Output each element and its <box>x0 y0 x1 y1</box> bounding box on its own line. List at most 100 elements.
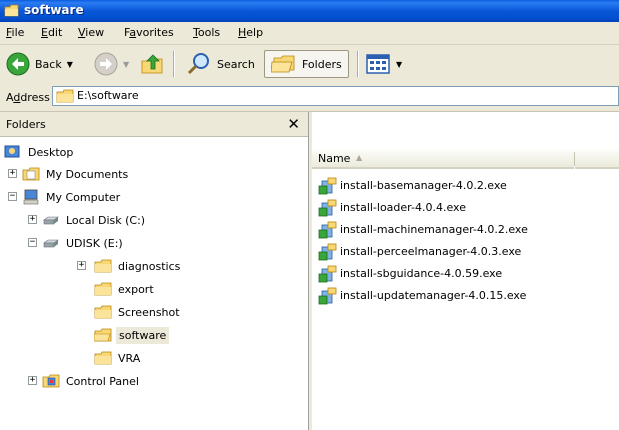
expand-icon[interactable]: + <box>8 169 17 178</box>
tree-item-label: VRA <box>118 351 141 365</box>
forward-dropdown-icon[interactable]: ▼ <box>123 60 129 69</box>
control-panel-icon <box>42 374 60 388</box>
window-title: software <box>24 3 84 17</box>
sort-ascending-icon: ▲ <box>356 153 363 162</box>
folder-icon <box>94 305 112 319</box>
forward-arrow-icon <box>94 52 118 76</box>
up-folder-icon <box>141 54 163 74</box>
folders-label: Folders <box>302 57 342 71</box>
column-header-name[interactable]: Name ▲ <box>312 149 574 169</box>
tree-item-desktop[interactable]: Desktop <box>4 142 75 162</box>
address-input[interactable]: E:\software <box>52 86 619 106</box>
address-value: E:\software <box>77 89 139 102</box>
tree-item-udisk-e[interactable]: UDISK (E:) <box>42 233 125 253</box>
file-name: install-updatemanager-4.0.15.exe <box>340 289 527 302</box>
menu-help[interactable]: Help <box>238 26 263 42</box>
tree-item-my-computer[interactable]: My Computer <box>22 187 122 207</box>
expand-icon[interactable]: + <box>77 261 86 270</box>
folder-icon <box>94 259 112 273</box>
tree-item-label: UDISK (E:) <box>66 236 123 250</box>
collapse-icon[interactable]: − <box>28 238 37 247</box>
tree-item-label: My Documents <box>46 167 129 181</box>
file-row[interactable]: install-loader-4.0.4.exe <box>318 198 466 217</box>
files-pane: Name ▲ install-basemanager-4.0.2.exe ins… <box>312 112 619 430</box>
column-header-empty[interactable] <box>575 149 619 169</box>
hard-drive-icon <box>43 216 59 225</box>
collapse-icon[interactable]: − <box>8 192 17 201</box>
installer-icon <box>318 177 337 194</box>
folders-pane-title: Folders <box>6 118 46 131</box>
file-name: install-perceelmanager-4.0.3.exe <box>340 245 522 258</box>
folder-icon <box>94 351 112 365</box>
tree-item-label: export <box>118 282 154 296</box>
up-folder-button[interactable] <box>140 50 166 78</box>
tree-item-my-documents[interactable]: My Documents <box>22 164 130 184</box>
back-label: Back <box>35 57 62 71</box>
toolbar-separator <box>173 51 175 77</box>
tree-item-label: Control Panel <box>66 374 139 388</box>
tree-item-label: My Computer <box>46 190 121 204</box>
installer-icon <box>318 221 337 238</box>
file-row[interactable]: install-basemanager-4.0.2.exe <box>318 176 507 195</box>
tree-item-export[interactable]: export <box>94 279 156 299</box>
menu-bar: File Edit View Favorites Tools Help <box>0 22 619 45</box>
file-name: install-basemanager-4.0.2.exe <box>340 179 507 192</box>
folders-button[interactable]: Folders <box>264 50 349 78</box>
menu-tools[interactable]: Tools <box>193 26 220 42</box>
file-name: install-loader-4.0.4.exe <box>340 201 466 214</box>
installer-icon <box>318 199 337 216</box>
file-row[interactable]: install-sbguidance-4.0.59.exe <box>318 264 502 283</box>
folders-pane: Folders ✕ Desktop + My Documents − My Co… <box>0 112 309 430</box>
menu-file[interactable]: File <box>6 26 24 42</box>
address-label: Address <box>6 91 50 104</box>
file-row[interactable]: install-perceelmanager-4.0.3.exe <box>318 242 521 261</box>
folders-icon <box>271 55 295 73</box>
address-bar: Address E:\software <box>0 83 619 112</box>
hard-drive-icon <box>43 239 59 248</box>
menu-favorites[interactable]: Favorites <box>124 26 174 42</box>
tree-item-software[interactable]: software <box>94 325 170 345</box>
installer-icon <box>318 265 337 282</box>
toolbar: Back ▼ ▼ Search Folders ▼ <box>0 44 619 84</box>
close-icon[interactable]: ✕ <box>287 114 300 134</box>
file-name: install-machinemanager-4.0.2.exe <box>340 223 528 236</box>
file-row[interactable]: install-updatemanager-4.0.15.exe <box>318 286 526 305</box>
toolbar-separator <box>357 51 359 77</box>
views-grid-icon <box>366 54 390 74</box>
tree-item-label: Local Disk (C:) <box>66 213 146 227</box>
folders-pane-header: Folders ✕ <box>0 112 308 137</box>
installer-icon <box>318 243 337 260</box>
views-button[interactable]: ▼ <box>365 50 402 78</box>
folder-icon <box>4 4 19 17</box>
folder-icon <box>56 89 74 103</box>
title-bar[interactable]: software <box>0 0 619 22</box>
back-arrow-icon <box>6 52 30 76</box>
my-documents-icon <box>22 167 40 181</box>
tree-item-label: software <box>116 326 170 344</box>
expand-icon[interactable]: + <box>28 376 37 385</box>
search-icon <box>187 53 209 75</box>
tree-item-label: Screenshot <box>118 305 180 319</box>
menu-edit[interactable]: Edit <box>41 26 62 42</box>
menu-view[interactable]: View <box>78 26 104 42</box>
tree-item-label: diagnostics <box>118 259 181 273</box>
tree-item-vra[interactable]: VRA <box>94 348 142 368</box>
search-button[interactable]: Search <box>186 50 255 78</box>
installer-icon <box>318 287 337 304</box>
forward-button[interactable]: ▼ <box>94 50 129 78</box>
tree-item-label: Desktop <box>28 145 74 159</box>
tree-item-diagnostics[interactable]: diagnostics <box>94 256 182 276</box>
folder-icon <box>94 282 112 296</box>
file-row[interactable]: install-machinemanager-4.0.2.exe <box>318 220 528 239</box>
back-dropdown-icon[interactable]: ▼ <box>67 60 73 69</box>
tree-item-control-panel[interactable]: Control Panel <box>42 371 141 391</box>
back-button[interactable]: Back ▼ <box>6 50 73 78</box>
desktop-icon <box>4 145 20 158</box>
views-dropdown-icon[interactable]: ▼ <box>396 60 402 69</box>
open-folder-icon <box>94 328 112 342</box>
column-header-label: Name <box>318 152 351 165</box>
tree-item-local-disk-c[interactable]: Local Disk (C:) <box>42 210 147 230</box>
file-name: install-sbguidance-4.0.59.exe <box>340 267 503 280</box>
expand-icon[interactable]: + <box>28 215 37 224</box>
tree-item-screenshot[interactable]: Screenshot <box>94 302 182 322</box>
